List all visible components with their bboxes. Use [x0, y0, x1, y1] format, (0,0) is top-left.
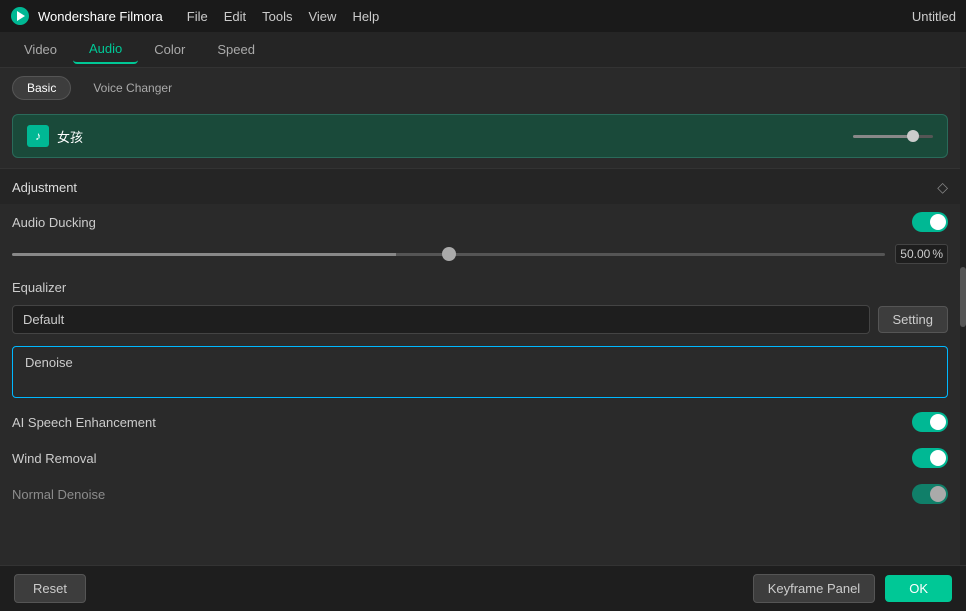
- equalizer-label-row: Equalizer: [0, 272, 960, 299]
- menu-view[interactable]: View: [308, 9, 336, 24]
- diamond-icon: ◇: [937, 179, 948, 196]
- equalizer-select[interactable]: Default Custom Flat Rock Pop Classical J…: [12, 305, 870, 334]
- adjustment-title: Adjustment: [12, 180, 77, 195]
- normal-denoise-row: Normal Denoise: [0, 476, 960, 512]
- voice-slider-container: [853, 135, 933, 138]
- normal-denoise-toggle[interactable]: [912, 484, 948, 504]
- wind-removal-toggle[interactable]: [912, 448, 948, 468]
- audio-ducking-value-box: 50.00 %: [895, 244, 948, 264]
- app-logo-icon: [10, 6, 30, 26]
- ai-speech-label: AI Speech Enhancement: [12, 415, 156, 430]
- menu-edit[interactable]: Edit: [224, 9, 246, 24]
- menu-help[interactable]: Help: [352, 9, 379, 24]
- denoise-label: Denoise: [25, 355, 73, 370]
- subtab-voice-changer[interactable]: Voice Changer: [79, 77, 186, 99]
- menu-tools[interactable]: Tools: [262, 9, 292, 24]
- denoise-box: Denoise: [12, 346, 948, 398]
- sub-tabs: Basic Voice Changer: [0, 68, 960, 108]
- tab-video[interactable]: Video: [8, 36, 73, 63]
- audio-ducking-slider[interactable]: [12, 253, 885, 256]
- voice-changer-left: ♪ 女孩: [27, 125, 83, 147]
- wind-removal-row: Wind Removal: [0, 440, 960, 476]
- content-area: Basic Voice Changer ♪ 女孩 Adjustment ◇ Au…: [0, 68, 966, 565]
- app-name: Wondershare Filmora: [38, 9, 163, 24]
- bottom-bar: Reset Keyframe Panel OK: [0, 565, 966, 611]
- tab-speed[interactable]: Speed: [201, 36, 271, 63]
- audio-ducking-label: Audio Ducking: [12, 215, 96, 230]
- title-bar-left: Wondershare Filmora File Edit Tools View…: [10, 6, 379, 26]
- window-title: Untitled: [912, 9, 956, 24]
- menu-file[interactable]: File: [187, 9, 208, 24]
- audio-ducking-slider-row: 50.00 %: [0, 240, 960, 272]
- ai-speech-row: AI Speech Enhancement: [0, 404, 960, 440]
- keyframe-panel-button[interactable]: Keyframe Panel: [753, 574, 876, 603]
- adjustment-section-header: Adjustment ◇: [0, 168, 960, 204]
- main-panel: Basic Voice Changer ♪ 女孩 Adjustment ◇ Au…: [0, 68, 960, 565]
- subtab-basic[interactable]: Basic: [12, 76, 71, 100]
- normal-denoise-label: Normal Denoise: [12, 487, 105, 502]
- equalizer-row: Default Custom Flat Rock Pop Classical J…: [0, 299, 960, 340]
- ai-speech-toggle[interactable]: [912, 412, 948, 432]
- ok-button[interactable]: OK: [885, 575, 952, 602]
- bottom-right: Keyframe Panel OK: [753, 574, 952, 603]
- reset-button[interactable]: Reset: [14, 574, 86, 603]
- audio-ducking-row: Audio Ducking: [0, 204, 960, 240]
- audio-ducking-toggle[interactable]: [912, 212, 948, 232]
- title-bar: Wondershare Filmora File Edit Tools View…: [0, 0, 966, 32]
- equalizer-label: Equalizer: [12, 280, 66, 295]
- voice-label: 女孩: [57, 127, 83, 146]
- wind-removal-label: Wind Removal: [12, 451, 97, 466]
- scroll-thumb[interactable]: [960, 267, 966, 327]
- music-icon: ♪: [27, 125, 49, 147]
- audio-ducking-value: 50.00: [900, 247, 930, 261]
- menu-bar: File Edit Tools View Help: [187, 9, 379, 24]
- tab-color[interactable]: Color: [138, 36, 201, 63]
- tab-audio[interactable]: Audio: [73, 35, 138, 64]
- scroll-track[interactable]: [960, 68, 966, 565]
- main-tabs: Video Audio Color Speed: [0, 32, 966, 68]
- voice-changer-card: ♪ 女孩: [12, 114, 948, 158]
- setting-button[interactable]: Setting: [878, 306, 948, 333]
- audio-ducking-unit: %: [932, 247, 943, 261]
- voice-slider[interactable]: [853, 135, 933, 138]
